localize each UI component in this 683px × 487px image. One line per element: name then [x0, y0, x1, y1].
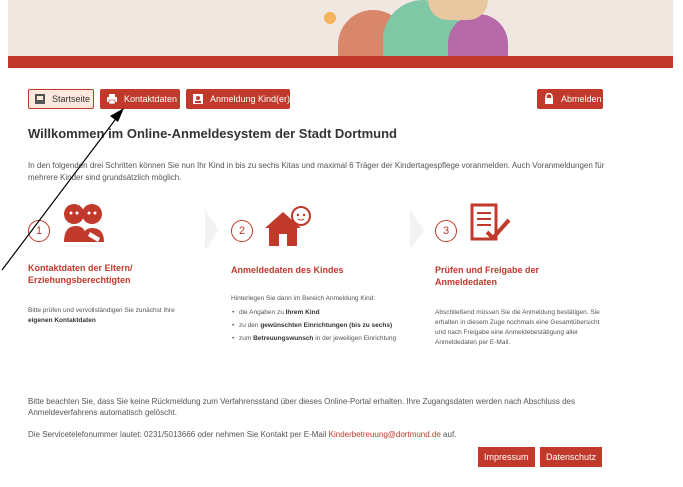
impressum-button[interactable]: Impressum	[478, 447, 535, 467]
parents-contact-icon	[64, 204, 104, 242]
contact-data-button[interactable]: Kontaktdaten	[100, 89, 180, 109]
step-2-title: Anmeldedaten des Kindes	[231, 265, 344, 275]
intro-text: In den folgenden drei Schritten können S…	[28, 161, 605, 182]
step-1-title: Kontaktdaten der Eltern/ Erziehungsberec…	[28, 263, 133, 285]
step-1: 1 Kontaktdaten der Eltern/ Erziehungsber…	[28, 198, 198, 338]
privacy-button[interactable]: Datenschutz	[540, 447, 603, 467]
home-icon	[35, 94, 45, 104]
step-3-text: Abschließend müssen Sie die Anmeldung be…	[435, 309, 600, 346]
step-3-title: Prüfen und Freigabe der Anmeldedaten	[435, 265, 540, 287]
child-house-icon	[265, 206, 311, 246]
notice-text: Bitte beachten Sie, dass Sie keine Rückm…	[28, 397, 575, 417]
step-separator-1	[205, 210, 219, 250]
step-2-list: die Angaben zu Ihrem Kind zu den gewünsc…	[231, 308, 401, 344]
step-1-text-plain: Bitte prüfen und vervollständigen Sie zu…	[28, 307, 175, 314]
step-2-number: 2	[231, 220, 253, 242]
contact-text: Die Servicetelefonummer lautet: 0231/501…	[28, 430, 329, 439]
child-register-icon	[193, 94, 203, 104]
home-button[interactable]: Startseite	[28, 89, 94, 109]
step-1-text-bold: eigenen Kontaktdaten	[28, 317, 96, 324]
banner-stripe	[8, 56, 673, 68]
top-navigation: Startseite Kontaktdaten Anmeldung Kind(e…	[28, 89, 603, 109]
lock-icon	[545, 93, 553, 104]
step-1-text: Bitte prüfen und vervollständigen Sie zu…	[28, 306, 198, 326]
document-check-icon	[470, 203, 511, 241]
list-item: zum Betreuungswunsch in der jeweiligen E…	[231, 334, 401, 344]
step-separator-2	[410, 210, 424, 250]
logout-label: Abmelden	[561, 94, 602, 104]
step-2: 2 Anmeldedaten des Kindes Hinterlegen Si…	[231, 198, 411, 378]
step-2-text-plain: Hinterlegen Sie dann im Bereich Anmeldun…	[231, 295, 376, 302]
header-banner	[8, 0, 673, 68]
home-label: Startseite	[52, 94, 91, 104]
step-3: 3 Prüfen und Freigabe der Anmeldedaten A…	[435, 198, 615, 358]
page-title: Willkommen im Online-Anmeldesystem der S…	[28, 126, 397, 141]
contact-data-label: Kontaktdaten	[124, 94, 178, 104]
step-3-number: 3	[435, 220, 457, 242]
step-2-text: Hinterlegen Sie dann im Bereich Anmeldun…	[231, 294, 401, 344]
contact-text-end: auf.	[440, 430, 457, 439]
list-item: die Angaben zu Ihrem Kind	[231, 308, 401, 318]
register-child-button[interactable]: Anmeldung Kind(er)	[186, 89, 290, 109]
printer-icon	[107, 94, 117, 105]
email-link[interactable]: Kinderbetreuung@dortmund.de	[329, 430, 441, 439]
contact-line: Die Servicetelefonummer lautet: 0231/501…	[28, 430, 456, 439]
register-child-label: Anmeldung Kind(er)	[210, 94, 291, 104]
step-1-number: 1	[28, 220, 50, 242]
logout-button[interactable]: Abmelden	[537, 89, 603, 109]
list-item: zu den gewünschten Einrichtungen (bis zu…	[231, 321, 401, 331]
